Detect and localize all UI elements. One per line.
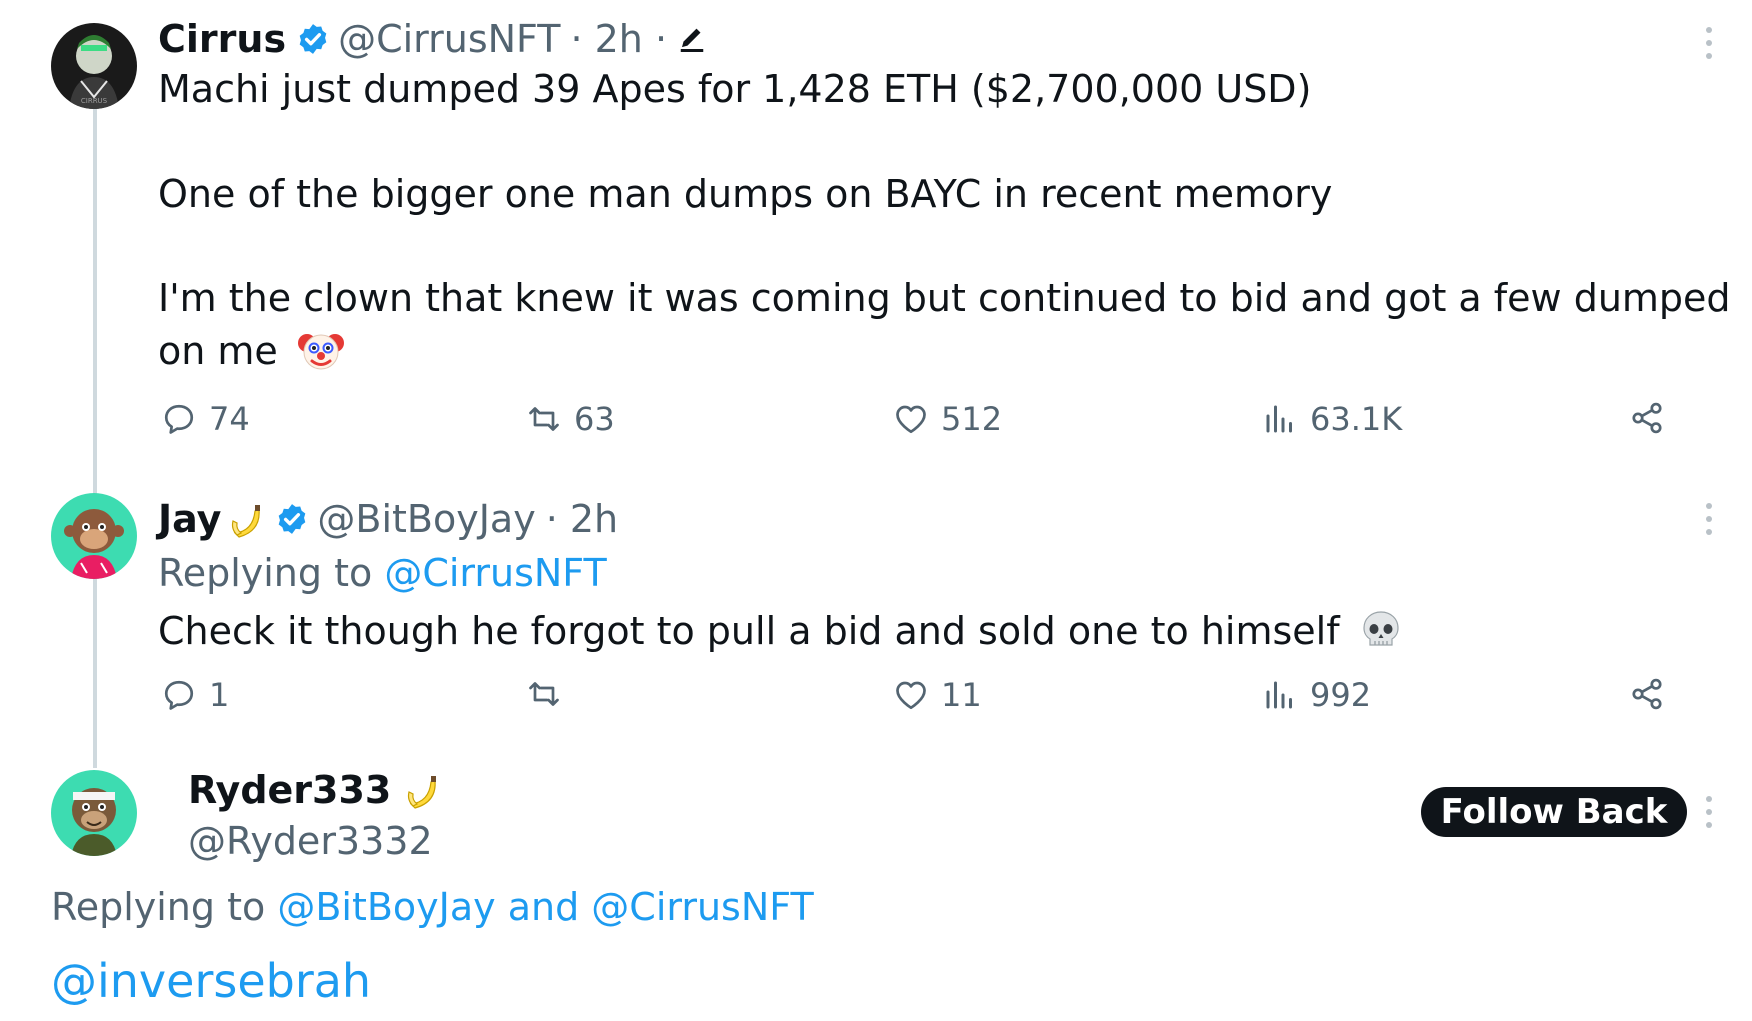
reply-icon xyxy=(164,404,194,434)
avatar-cirrus[interactable]: CIRRUS xyxy=(51,23,137,109)
tweet-text-line-1: Machi just dumped 39 Apes for 1,428 ETH … xyxy=(158,67,1312,111)
replying-to-mention[interactable]: @CirrusNFT xyxy=(384,551,606,595)
tweet-header: Cirrus @CirrusNFT · 2h · xyxy=(158,17,707,61)
more-icon[interactable] xyxy=(1706,503,1714,542)
avatar-cirrus-image: CIRRUS xyxy=(51,23,137,109)
more-icon[interactable] xyxy=(1706,796,1714,835)
thread-connector-line xyxy=(93,100,97,495)
user-handle[interactable]: @BitBoyJay xyxy=(317,497,535,541)
clown-face-icon xyxy=(297,333,344,369)
avatar-jay-image xyxy=(51,493,137,579)
display-name[interactable]: Ryder333 xyxy=(188,768,391,812)
user-handle[interactable]: @CirrusNFT xyxy=(338,17,560,61)
avatar-ryder[interactable] xyxy=(51,770,137,856)
replying-to-mentions[interactable]: @BitBoyJay and @CirrusNFT xyxy=(277,885,813,929)
views-icon xyxy=(1266,405,1292,433)
retweet-icon xyxy=(529,682,559,706)
views-icon xyxy=(1266,681,1292,709)
banana-icon xyxy=(408,776,437,809)
retweet-button[interactable]: 63 xyxy=(526,400,615,438)
display-name[interactable]: Jay xyxy=(158,497,221,541)
more-icon[interactable] xyxy=(1706,27,1714,66)
avatar-jay[interactable] xyxy=(51,493,137,579)
tweet-text-content: Check it though he forgot to pull a bid … xyxy=(158,609,1340,653)
replying-to-prefix: Replying to xyxy=(51,885,266,929)
share-icon xyxy=(1632,678,1662,710)
tweet-timestamp[interactable]: · 2h xyxy=(546,497,618,541)
view-count: 992 xyxy=(1310,676,1372,714)
tweet-text: Check it though he forgot to pull a bid … xyxy=(158,605,1402,657)
reply-icon xyxy=(164,680,194,710)
like-button[interactable]: 11 xyxy=(893,676,982,714)
user-handle[interactable]: @Ryder3332 xyxy=(188,819,433,863)
like-count: 512 xyxy=(941,400,1003,438)
replying-to: Replying to @CirrusNFT xyxy=(158,547,607,599)
tweet-text-line-3: I'm the clown that knew it was coming bu… xyxy=(158,276,1731,320)
tweet-text-line-4-text: on me xyxy=(158,329,278,373)
like-icon xyxy=(896,681,926,710)
like-count: 11 xyxy=(941,676,982,714)
tweet-text-line-2: One of the bigger one man dumps on BAYC … xyxy=(158,172,1333,216)
svg-text:CIRRUS: CIRRUS xyxy=(81,97,108,105)
reply-count: 1 xyxy=(209,676,230,714)
avatar-ryder-image xyxy=(51,770,137,856)
reply-button[interactable]: 74 xyxy=(161,400,250,438)
follow-back-button[interactable]: Follow Back xyxy=(1421,787,1687,837)
replying-to: Replying to @BitBoyJay and @CirrusNFT xyxy=(51,881,814,933)
reply-button[interactable]: 1 xyxy=(161,676,229,714)
views-button[interactable]: 992 xyxy=(1262,676,1371,714)
edit-pencil-icon xyxy=(680,28,704,52)
retweet-count: 63 xyxy=(574,400,615,438)
thread-connector-line xyxy=(93,578,97,768)
share-icon xyxy=(1632,402,1662,434)
display-name[interactable]: Cirrus xyxy=(158,17,286,61)
share-button[interactable] xyxy=(1629,676,1677,712)
tweet-text-line-4: on me xyxy=(158,325,344,377)
banana-icon xyxy=(232,505,261,538)
share-button[interactable] xyxy=(1629,400,1677,436)
like-button[interactable]: 512 xyxy=(893,400,1002,438)
reply-count: 74 xyxy=(209,400,250,438)
views-button[interactable]: 63.1K xyxy=(1262,400,1402,438)
tweet-header: Ryder333 xyxy=(188,768,441,812)
view-count: 63.1K xyxy=(1310,400,1403,438)
tweet-header: Jay @BitBoyJay · 2h xyxy=(158,497,618,541)
skull-icon xyxy=(1363,610,1399,646)
user-handle-row: @Ryder3332 xyxy=(188,819,433,863)
verified-badge-icon xyxy=(279,504,306,534)
verified-badge-icon xyxy=(299,24,327,54)
replying-to-prefix: Replying to xyxy=(158,551,373,595)
retweet-icon xyxy=(529,407,559,431)
like-icon xyxy=(896,405,926,434)
tweet-text-mention[interactable]: @inversebrah xyxy=(51,955,371,1007)
tweet-timestamp[interactable]: · 2h · xyxy=(570,17,667,61)
retweet-button[interactable] xyxy=(526,676,574,712)
